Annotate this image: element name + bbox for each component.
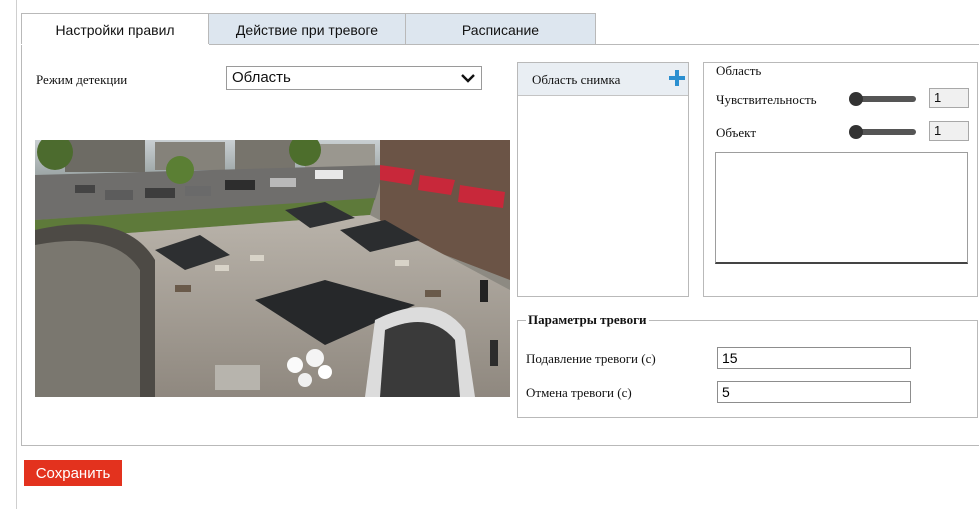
tab-rule-settings[interactable]: Настройки правил (21, 13, 209, 45)
detection-mode-select[interactable]: Область (226, 66, 482, 90)
cancel-input[interactable] (717, 381, 911, 403)
plus-icon[interactable] (666, 67, 688, 89)
object-value[interactable]: 1 (929, 121, 969, 141)
tab-alarm-action[interactable]: Действие при тревоге (208, 13, 406, 45)
cancel-label: Отмена тревоги (с) (526, 385, 632, 400)
area-list-header: Область снимка (518, 63, 688, 96)
save-button[interactable]: Сохранить (24, 460, 122, 486)
object-slider[interactable] (848, 124, 918, 140)
detection-mode-label: Режим детекции (36, 72, 128, 87)
alarm-params-title: Параметры тревоги (526, 312, 649, 328)
tab-divider (596, 44, 979, 45)
suppression-label: Подавление тревоги (с) (526, 351, 656, 366)
area-list-box[interactable]: Область снимка (517, 62, 689, 297)
object-label: Объект (716, 125, 756, 140)
tab-schedule[interactable]: Расписание (405, 13, 596, 45)
sensitivity-slider[interactable] (848, 91, 918, 107)
alarm-params-fieldset (517, 320, 978, 418)
camera-snapshot[interactable] (35, 140, 510, 397)
detection-mode-value: Область (232, 69, 291, 86)
suppression-input[interactable] (717, 347, 911, 369)
area-list-title: Область снимка (532, 72, 621, 87)
area-object-textarea[interactable] (715, 152, 968, 264)
sensitivity-label: Чувствительность (716, 92, 817, 107)
active-tab-gap (21, 44, 209, 45)
sensitivity-value[interactable]: 1 (929, 88, 969, 108)
area-settings-title: Область (716, 63, 762, 78)
